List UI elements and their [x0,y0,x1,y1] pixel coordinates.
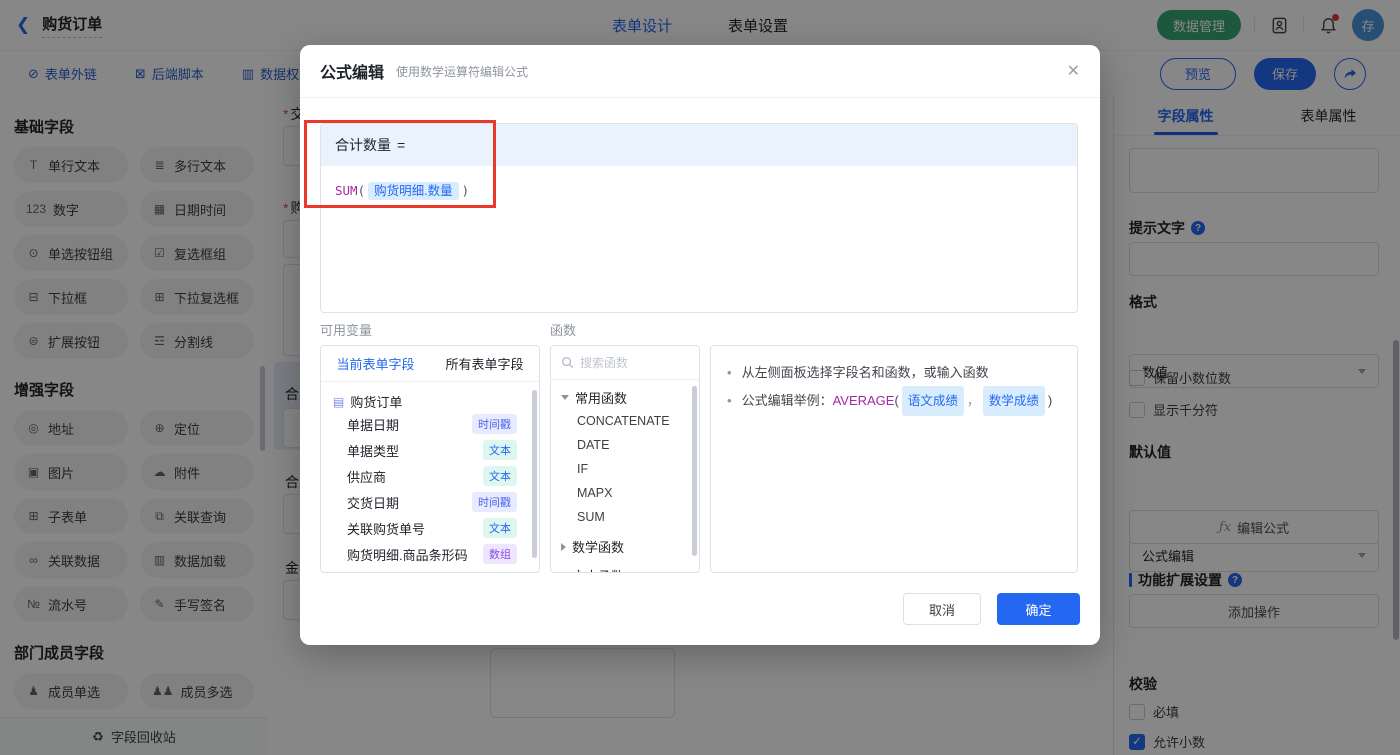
function-group-common[interactable]: 常用函数 [551,380,699,409]
search-icon [561,356,574,369]
variable-type-badge: 文本 [483,518,517,538]
variable-field-name: 交货日期 [347,495,400,511]
function-search-input[interactable] [580,355,680,370]
function-item[interactable]: CONCATENATE [551,409,699,433]
app-root: ❮ 购货订单 表单设计 表单设置 数据管理 存 ⊘ 表单外链 ⊠ 后端脚本 ▥ … [0,0,1400,755]
formula-target-row: 合计数量 = [321,124,1077,166]
function-group-label: 常用函数 [575,391,628,406]
variable-field-name: 购货明细.商品条形码 [347,547,468,563]
functions-scrollbar[interactable] [692,386,697,556]
function-item-label: MAPX [577,486,613,500]
paren-open: ( [357,183,366,198]
formula-expression[interactable]: SUM(购货明细.数量) [321,166,1077,213]
variable-field-name: 单据日期 [347,417,400,433]
variable-field-row[interactable]: 交货日期 时间戳 [321,489,539,515]
variable-field-row[interactable]: 单据日期 时间戳 [321,411,539,437]
formula-function-name: SUM [335,183,358,198]
variables-tree-root[interactable]: ▤ 购货订单 [321,382,539,411]
variable-field-name: 关联购货单号 [347,521,426,537]
function-group-math[interactable]: 数学函数 [551,529,699,558]
form-doc-icon: ▤ [333,394,345,409]
formula-editor-modal: 公式编辑 使用数学运算符编辑公式 ✕ 合计数量 = SUM(购货明细.数量) 可… [300,45,1100,645]
variable-field-row[interactable]: 购货明细.商品条形码 数组 [321,541,539,567]
example-function-name: AVERAGE [832,393,895,408]
function-item[interactable]: IF [551,457,699,481]
caret-right-icon [561,542,566,551]
function-item-label: IF [577,462,589,476]
modal-footer: 取消 确定 [300,593,1100,625]
variable-type-badge: 文本 [483,440,517,460]
variables-label: 可用变量 [320,323,373,338]
hint-line-1: 从左侧面板选择字段名和函数，或输入函数 [727,360,1061,386]
variable-type-badge: 时间戳 [472,492,517,512]
variable-field-row[interactable]: 供应商 文本 [321,463,539,489]
confirm-button[interactable]: 确定 [997,593,1080,625]
cancel-button[interactable]: 取消 [903,593,981,625]
function-item-label: CONCATENATE [577,414,670,428]
example-field-chip: 数学成绩 [982,386,1045,416]
modal-subtitle: 使用数学运算符编辑公式 [396,64,529,79]
paren-close: ) [461,183,470,198]
variable-field-name: 供应商 [347,469,387,485]
variable-type-badge: 文本 [483,466,517,486]
function-item[interactable]: SUM [551,505,699,529]
variable-field-row[interactable]: 关联购货单号 文本 [321,515,539,541]
variables-scrollbar[interactable] [532,390,537,558]
function-group-text[interactable]: 文本函数 [551,558,699,572]
functions-panel: 常用函数 CONCATENATE DATE IF MAPX SUM 数学函数 文本函数 [550,345,700,573]
formula-field-chip[interactable]: 购货明细.数量 [368,182,459,200]
variables-root-label: 购货订单 [350,395,403,410]
variable-field-name: 单据类型 [347,443,400,459]
caret-right-icon [561,571,566,572]
function-item[interactable]: MAPX [551,481,699,505]
function-item[interactable]: DATE [551,433,699,457]
variable-type-badge: 时间戳 [472,414,517,434]
function-item-label: SUM [577,510,605,524]
functions-label: 函数 [550,323,577,338]
formula-editor-area[interactable]: 合计数量 = SUM(购货明细.数量) [320,123,1078,313]
function-group-label: 数学函数 [572,540,625,555]
caret-down-icon [561,395,569,400]
variable-type-badge: 数组 [483,544,517,564]
variables-panel: 当前表单字段 所有表单字段 ▤ 购货订单 单据日期 时间戳 单据类型 文本 供应… [320,345,540,573]
tab-all-form-fields[interactable]: 所有表单字段 [430,346,539,381]
function-group-label: 文本函数 [572,566,624,572]
tab-current-form-fields[interactable]: 当前表单字段 [321,346,430,381]
modal-header: 公式编辑 使用数学运算符编辑公式 ✕ [300,45,1100,98]
variables-tabs: 当前表单字段 所有表单字段 [321,346,539,382]
variable-field-row[interactable]: 单据类型 文本 [321,437,539,463]
hint-panel: 从左侧面板选择字段名和函数，或输入函数 公式编辑举例：AVERAGE(语文成绩，… [710,345,1078,573]
modal-title: 公式编辑 [320,65,385,82]
formula-target-field: 合计数量 [335,137,391,153]
equals-sign: = [397,137,406,153]
hint-line-2: 公式编辑举例：AVERAGE(语文成绩，数学成绩) [727,386,1061,416]
close-icon[interactable]: ✕ [1067,61,1080,81]
function-item-label: DATE [577,438,610,452]
example-field-chip: 语文成绩 [901,386,964,416]
function-search-row [551,346,699,380]
